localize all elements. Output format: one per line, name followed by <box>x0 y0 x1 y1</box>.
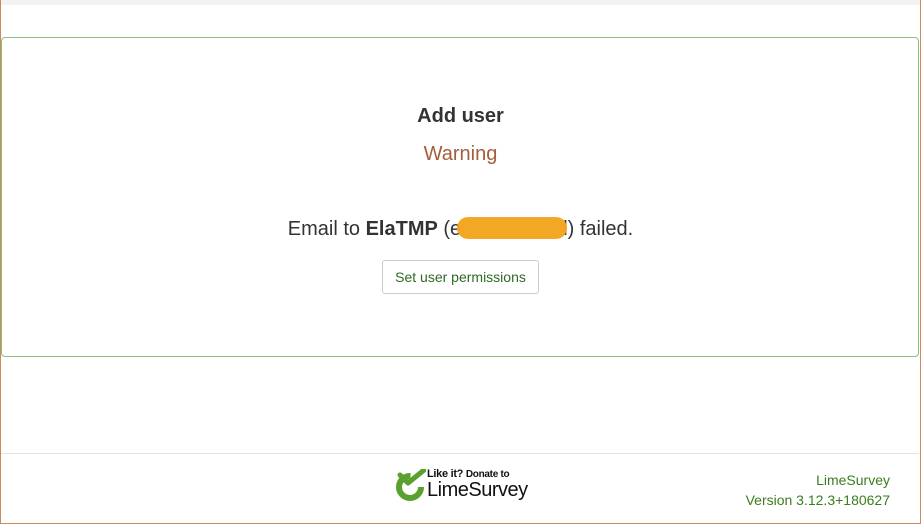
message-panel <box>1 37 919 357</box>
footer-divider <box>1 453 919 454</box>
warning-subtitle: Warning <box>423 143 498 165</box>
page-title: Add user <box>417 105 504 127</box>
limesurvey-logo-icon <box>396 469 426 501</box>
donate-link[interactable]: Like it? Donate to LimeSurvey <box>396 467 528 505</box>
version-text: Version 3.12.3+180627 <box>745 492 890 508</box>
redaction-mark <box>457 217 568 239</box>
set-user-permissions-button[interactable]: Set user permissions <box>382 260 539 294</box>
status-message: Email to ElaTMP (e l) failed. <box>0 217 921 241</box>
email-close: l) failed. <box>563 218 634 240</box>
donate-brand: LimeSurvey <box>427 479 528 501</box>
message-prefix: Email to <box>287 218 366 240</box>
version-info: LimeSurvey Version 3.12.3+180627 <box>746 470 890 510</box>
username-text: ElaTMP <box>365 218 438 240</box>
app-name-link[interactable]: LimeSurvey <box>746 470 890 490</box>
